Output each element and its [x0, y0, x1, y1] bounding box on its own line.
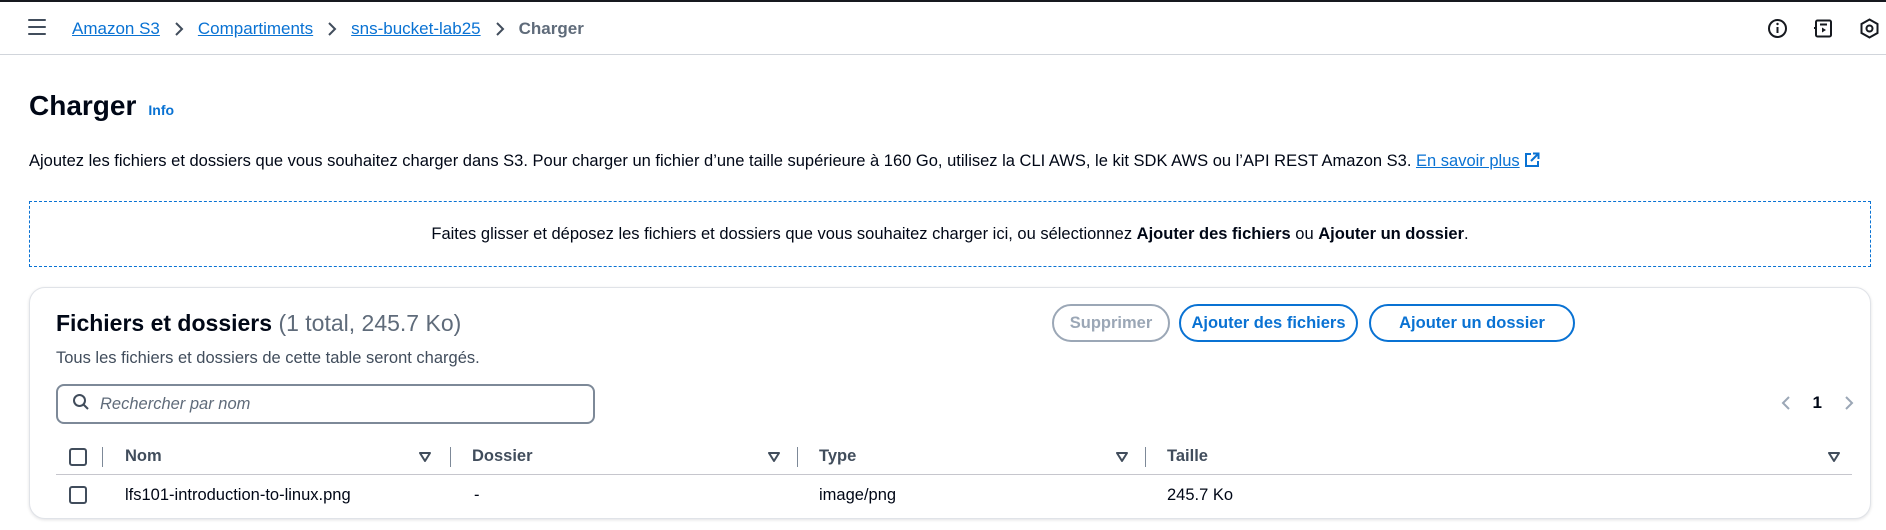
- breadcrumb-bucket[interactable]: sns-bucket-lab25: [351, 19, 480, 39]
- sort-down-icon[interactable]: [1828, 438, 1840, 475]
- column-divider[interactable]: [797, 447, 798, 467]
- dropzone-text: Faites glisser et déposez les fichiers e…: [431, 225, 1468, 244]
- sort-down-icon[interactable]: [768, 438, 780, 475]
- top-navigation-bar: Amazon S3 Compartiments sns-bucket-lab25…: [0, 2, 1886, 55]
- column-header-size[interactable]: Taille: [1167, 438, 1208, 475]
- learn-more-link[interactable]: En savoir plus: [1416, 152, 1520, 170]
- add-files-button[interactable]: Ajouter des fichiers: [1179, 304, 1358, 342]
- panel-title-text: Fichiers et dossiers: [56, 310, 273, 336]
- settings-icon[interactable]: [1858, 18, 1880, 40]
- top-icons: [1766, 2, 1880, 55]
- page-header: Charger Info: [29, 90, 174, 122]
- drop-zone[interactable]: Faites glisser et déposez les fichiers e…: [29, 201, 1871, 267]
- select-all-checkbox-cell: [69, 438, 87, 475]
- page-description: Ajoutez les fichiers et dossiers que vou…: [29, 152, 1540, 173]
- cell-size: 245.7 Ko: [1167, 485, 1234, 504]
- search-icon: [72, 393, 90, 416]
- description-text: Ajoutez les fichiers et dossiers que vou…: [29, 152, 1416, 170]
- column-header-folder[interactable]: Dossier: [472, 438, 533, 475]
- cell-name: lfs101-introduction-to-linux.png: [125, 485, 351, 504]
- chevron-right-icon[interactable]: [1844, 395, 1854, 411]
- panel-description: Tous les fichiers et dossiers de cette t…: [56, 349, 480, 367]
- table-row: lfs101-introduction-to-linux.png - image…: [56, 476, 1852, 514]
- notification-panel-icon[interactable]: [1812, 18, 1834, 40]
- select-all-checkbox[interactable]: [69, 447, 87, 466]
- hamburger-menu-icon[interactable]: [28, 19, 46, 35]
- panel-title: Fichiers et dossiers (1 total, 245.7 Ko): [56, 310, 461, 337]
- breadcrumb-compartiments[interactable]: Compartiments: [198, 19, 313, 39]
- chevron-right-icon: [174, 21, 184, 37]
- breadcrumb-amazon-s3[interactable]: Amazon S3: [72, 19, 160, 39]
- sort-down-icon[interactable]: [1116, 438, 1128, 475]
- chevron-left-icon[interactable]: [1781, 395, 1791, 411]
- row-checkbox-cell: [69, 476, 87, 514]
- breadcrumb-current: Charger: [518, 18, 584, 38]
- dropzone-or: ou: [1290, 224, 1319, 243]
- external-link-icon[interactable]: [1524, 152, 1540, 173]
- table-header: Nom Dossier Type Taille: [56, 438, 1852, 475]
- cell-type: image/png: [819, 485, 897, 504]
- page-title: Charger: [29, 90, 137, 121]
- panel-count: (1 total, 245.7 Ko): [278, 310, 462, 336]
- search-input[interactable]: [100, 394, 560, 414]
- column-divider[interactable]: [1145, 447, 1146, 467]
- page-number[interactable]: 1: [1813, 393, 1822, 413]
- add-folder-button[interactable]: Ajouter un dossier: [1369, 304, 1575, 342]
- chevron-right-icon: [495, 21, 505, 37]
- pagination: 1: [1781, 393, 1854, 413]
- chevron-right-icon: [327, 21, 337, 37]
- dropzone-add-files: Ajouter des fichiers: [1136, 224, 1291, 243]
- column-divider[interactable]: [450, 447, 451, 467]
- column-divider: [102, 447, 103, 467]
- search-field[interactable]: [56, 384, 595, 424]
- breadcrumb: Amazon S3 Compartiments sns-bucket-lab25…: [72, 2, 584, 55]
- dropzone-end: .: [1464, 224, 1469, 243]
- dropzone-add-folder: Ajouter un dossier: [1318, 224, 1465, 243]
- cell-folder: -: [474, 485, 480, 504]
- column-header-type[interactable]: Type: [819, 438, 856, 475]
- column-header-name[interactable]: Nom: [125, 438, 162, 475]
- files-and-folders-panel: Fichiers et dossiers (1 total, 245.7 Ko)…: [29, 287, 1871, 519]
- delete-button[interactable]: Supprimer: [1052, 304, 1170, 342]
- info-circle-icon[interactable]: [1766, 18, 1788, 40]
- row-checkbox[interactable]: [69, 486, 87, 504]
- sort-down-icon[interactable]: [419, 438, 431, 475]
- dropzone-text-before: Faites glisser et déposez les fichiers e…: [431, 224, 1137, 243]
- info-link[interactable]: Info: [148, 102, 174, 118]
